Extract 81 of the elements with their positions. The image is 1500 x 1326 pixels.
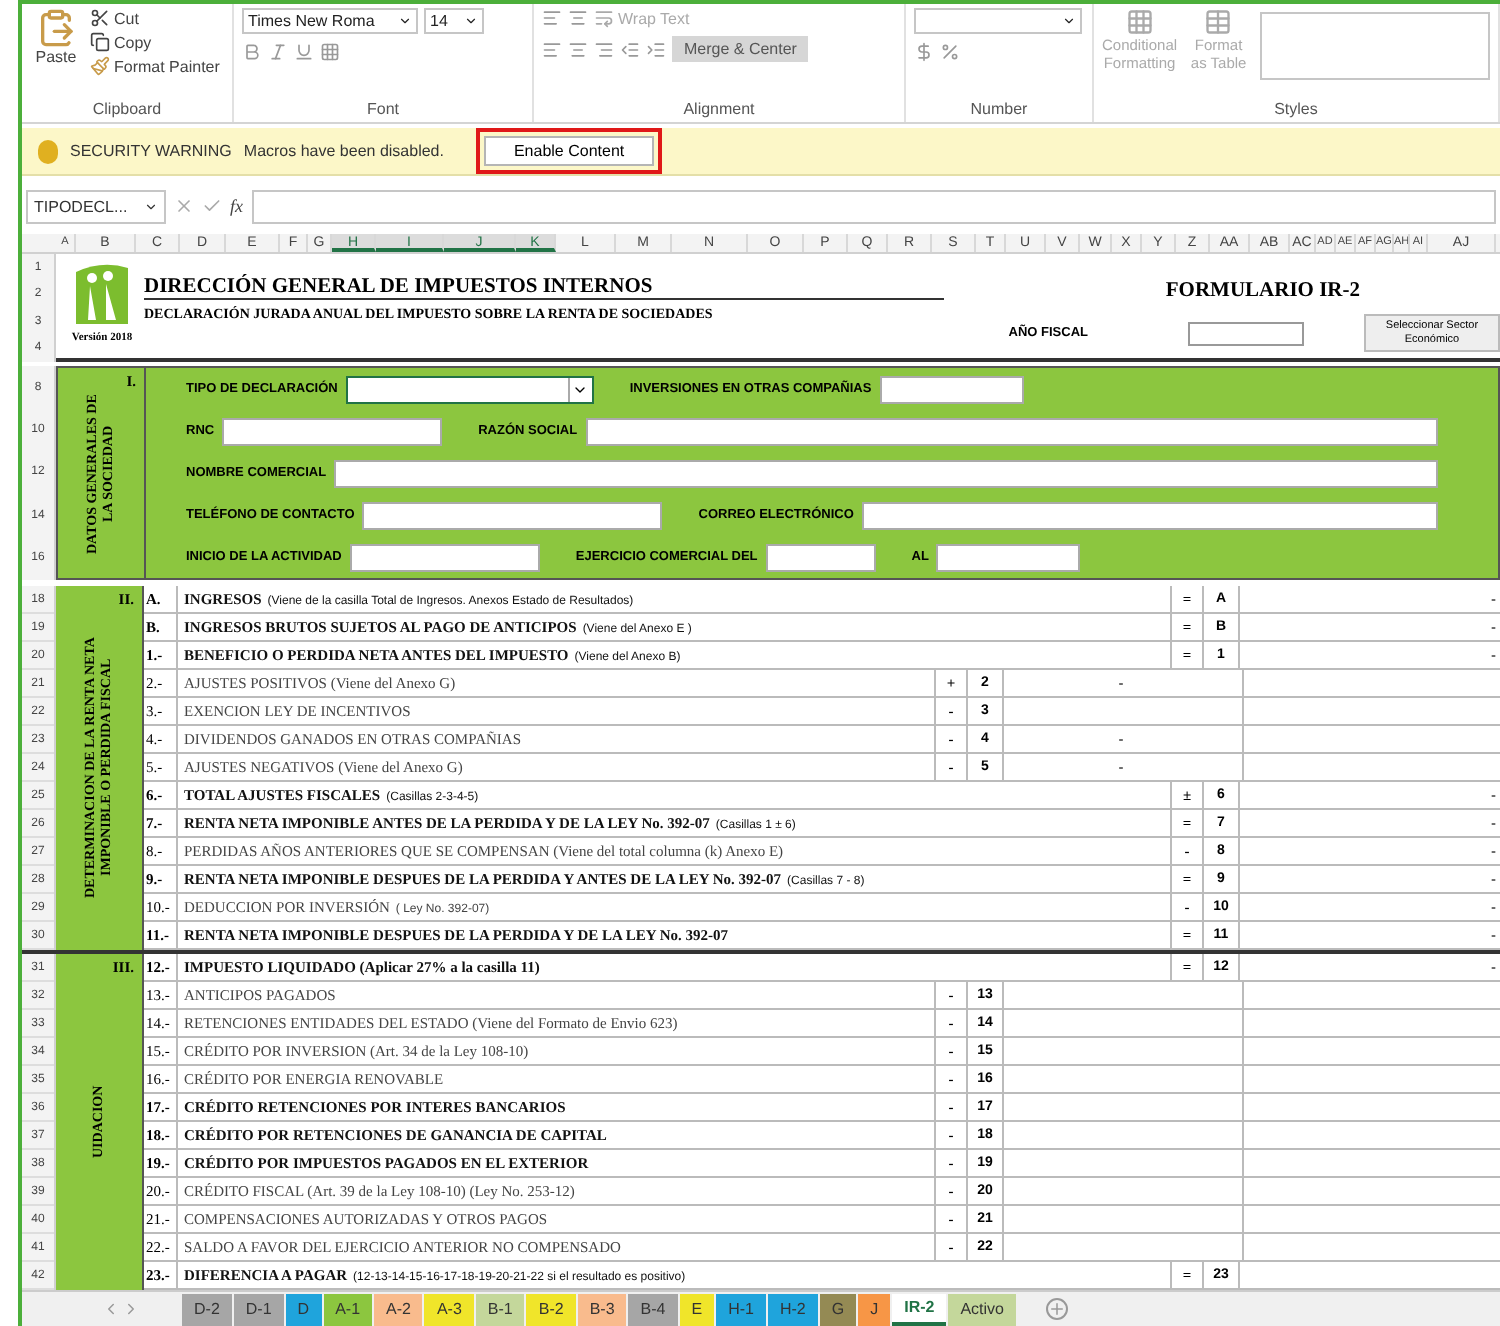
currency-icon[interactable]	[914, 42, 934, 62]
name-box[interactable]: TIPODECL...	[26, 189, 166, 223]
sheet-tab[interactable]: A-2	[374, 1293, 423, 1325]
formula-input[interactable]	[251, 189, 1496, 223]
align-top-icon[interactable]	[542, 8, 562, 28]
warning-icon	[38, 139, 58, 163]
percent-icon[interactable]	[940, 42, 960, 62]
sheet-tab[interactable]: A-1	[323, 1293, 373, 1325]
dropdown-field[interactable]	[345, 375, 594, 403]
underline-icon[interactable]	[294, 42, 314, 62]
paste-button[interactable]: Paste	[30, 8, 82, 96]
sheet-tab[interactable]: H-2	[767, 1293, 818, 1325]
align-middle-icon[interactable]	[568, 8, 588, 28]
input-field[interactable]	[349, 543, 540, 571]
group-label: Styles	[1272, 100, 1320, 122]
add-sheet-icon[interactable]	[1046, 1298, 1069, 1320]
sheet-tab[interactable]: IR-2	[892, 1293, 947, 1325]
fiscal-year-field[interactable]	[1188, 321, 1304, 346]
copy-button[interactable]: Copy	[90, 32, 220, 52]
indent-icon[interactable]	[646, 39, 666, 59]
outdent-icon[interactable]	[620, 39, 640, 59]
wrap-icon	[594, 8, 614, 28]
align-right-icon[interactable]	[594, 39, 614, 59]
next-sheet-icon[interactable]	[122, 1300, 140, 1318]
input-field[interactable]	[334, 459, 1438, 487]
italic-icon[interactable]	[268, 42, 288, 62]
scissors-icon	[90, 8, 110, 28]
input-field[interactable]	[861, 501, 1438, 529]
enable-content-button[interactable]: Enable Content	[483, 136, 655, 166]
align-center-icon[interactable]	[568, 39, 588, 59]
sheet-tab[interactable]: B-2	[526, 1293, 576, 1325]
input-field[interactable]	[879, 375, 1024, 403]
logo-icon	[72, 260, 132, 328]
sheet-tab[interactable]: D	[285, 1293, 322, 1325]
sheet-tab[interactable]: G	[819, 1293, 857, 1325]
caret-icon	[1062, 14, 1076, 28]
paintbrush-icon	[90, 56, 110, 76]
input-field[interactable]	[936, 543, 1081, 571]
form-title: FORMULARIO IR-2	[1165, 280, 1360, 302]
check-icon[interactable]	[202, 196, 222, 216]
cancel-icon[interactable]	[174, 196, 194, 216]
table-icon	[1204, 8, 1233, 36]
caret-icon	[144, 199, 158, 213]
sheet-tab[interactable]: J	[858, 1293, 891, 1325]
previous-sheet-icon[interactable]	[102, 1300, 120, 1318]
input-field[interactable]	[362, 501, 663, 529]
sheet-tab[interactable]: B-1	[475, 1293, 525, 1325]
sheet-tab[interactable]: E	[679, 1293, 715, 1325]
sheet-tab[interactable]: B-4	[628, 1293, 678, 1325]
font-size-field[interactable]: 14	[424, 8, 484, 34]
styles-gallery[interactable]	[1260, 12, 1490, 80]
sheet-tab[interactable]: D-2	[182, 1293, 232, 1325]
warning-title: SECURITY WARNING	[70, 142, 232, 160]
group-label: Clipboard	[90, 100, 164, 122]
agency-title: DIRECCIÓN GENERAL DE IMPUESTOS INTERNOS	[144, 276, 944, 300]
warning-message: Macros have been disabled.	[243, 142, 444, 160]
group-label: Number	[968, 100, 1030, 122]
sheet-tab[interactable]: Activo	[948, 1293, 1017, 1325]
input-field[interactable]	[765, 543, 876, 571]
caret-icon	[464, 14, 478, 28]
sheet-tab[interactable]: B-3	[577, 1293, 627, 1325]
bold-icon[interactable]	[242, 42, 262, 62]
caret-icon	[398, 14, 412, 28]
borders-icon[interactable]	[320, 42, 340, 62]
function-button[interactable]: fx	[230, 196, 243, 216]
number-format-field[interactable]	[914, 8, 1082, 34]
sheet-tab[interactable]: D-1	[233, 1293, 284, 1325]
font-name-field[interactable]: Times New Roma	[242, 8, 418, 34]
clipboard-icon	[36, 8, 76, 48]
input-field[interactable]	[222, 417, 443, 445]
cut-button[interactable]: Cut	[90, 8, 220, 28]
align-left-icon[interactable]	[542, 39, 562, 59]
format-painter-button[interactable]: Format Painter	[90, 56, 220, 76]
sheet-tab[interactable]: H-1	[716, 1293, 766, 1325]
group-label: Font	[364, 100, 401, 122]
input-field[interactable]	[585, 417, 1438, 445]
sheet-tab[interactable]: A-3	[424, 1293, 474, 1325]
grid-icon	[1125, 8, 1154, 36]
group-label: Alignment	[681, 100, 757, 122]
merge-center-button[interactable]: Merge & Center	[672, 36, 809, 62]
copy-icon	[90, 32, 110, 52]
